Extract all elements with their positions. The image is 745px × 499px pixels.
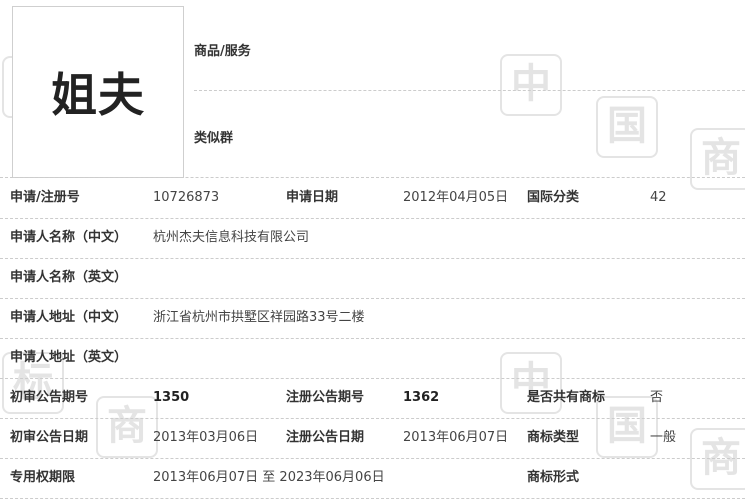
value-application-date: 2012年04月05日 — [403, 190, 509, 205]
label-trademark-form: 商标形式 — [527, 470, 580, 485]
label-applicant-name-en: 申请人名称（英文） — [10, 270, 128, 285]
value-exclusive-right-period: 2013年06月07日 至 2023年06月06日 — [153, 470, 385, 485]
label-registration-announcement-date: 注册公告日期 — [286, 430, 365, 445]
value-application-number: 10726873 — [153, 190, 220, 205]
value-prelim-announcement-issue: 1350 — [153, 390, 190, 405]
info-row: 申请人名称（英文） — [0, 258, 745, 299]
value-applicant-name-cn: 杭州杰夫信息科技有限公司 — [153, 230, 310, 245]
watermark-glyph: 国 — [596, 96, 658, 158]
label-applicant-address-en: 申请人地址（英文） — [10, 350, 128, 365]
label-international-class: 国际分类 — [527, 190, 580, 205]
label-prelim-announcement-date: 初审公告日期 — [10, 430, 89, 445]
value-registration-announcement-issue: 1362 — [403, 390, 440, 405]
label-applicant-name-cn: 申请人名称（中文） — [10, 230, 128, 245]
value-trademark-type: 一般 — [650, 430, 677, 445]
info-row: 初审公告期号 1350 注册公告期号 1362 是否共有商标 否 — [0, 378, 745, 419]
goods-services-label: 商品/服务 — [194, 44, 251, 59]
similar-group-label: 类似群 — [194, 131, 234, 146]
label-exclusive-right-period: 专用权期限 — [10, 470, 76, 485]
trademark-image[interactable]: 姐夫 — [12, 6, 184, 178]
value-international-class: 42 — [650, 190, 667, 205]
value-shared-trademark: 否 — [650, 390, 664, 405]
info-row: 专用权期限 2013年06月07日 至 2023年06月06日 商标形式 — [0, 458, 745, 499]
label-registration-announcement-issue: 注册公告期号 — [286, 390, 365, 405]
label-application-date: 申请日期 — [286, 190, 339, 205]
label-prelim-announcement-issue: 初审公告期号 — [10, 390, 89, 405]
info-row: 申请/注册号 10726873 申请日期 2012年04月05日 国际分类 42 — [0, 178, 745, 219]
info-row: 申请人地址（中文） 浙江省杭州市拱墅区祥园路33号二楼 — [0, 298, 745, 339]
value-prelim-announcement-date: 2013年03月06日 — [153, 430, 259, 445]
trademark-logo-text: 姐夫 — [51, 68, 145, 122]
divider — [194, 90, 745, 91]
info-row: 初审公告日期 2013年03月06日 注册公告日期 2013年06月07日 商标… — [0, 418, 745, 459]
label-applicant-address-cn: 申请人地址（中文） — [10, 310, 128, 325]
label-trademark-type: 商标类型 — [527, 430, 580, 445]
value-applicant-address-cn: 浙江省杭州市拱墅区祥园路33号二楼 — [153, 310, 365, 325]
label-application-number: 申请/注册号 — [10, 190, 80, 205]
value-registration-announcement-date: 2013年06月07日 — [403, 430, 509, 445]
info-row: 申请人名称（中文） 杭州杰夫信息科技有限公司 — [0, 218, 745, 259]
label-shared-trademark: 是否共有商标 — [527, 390, 606, 405]
info-row: 申请人地址（英文） — [0, 338, 745, 379]
watermark-glyph: 中 — [500, 54, 562, 116]
